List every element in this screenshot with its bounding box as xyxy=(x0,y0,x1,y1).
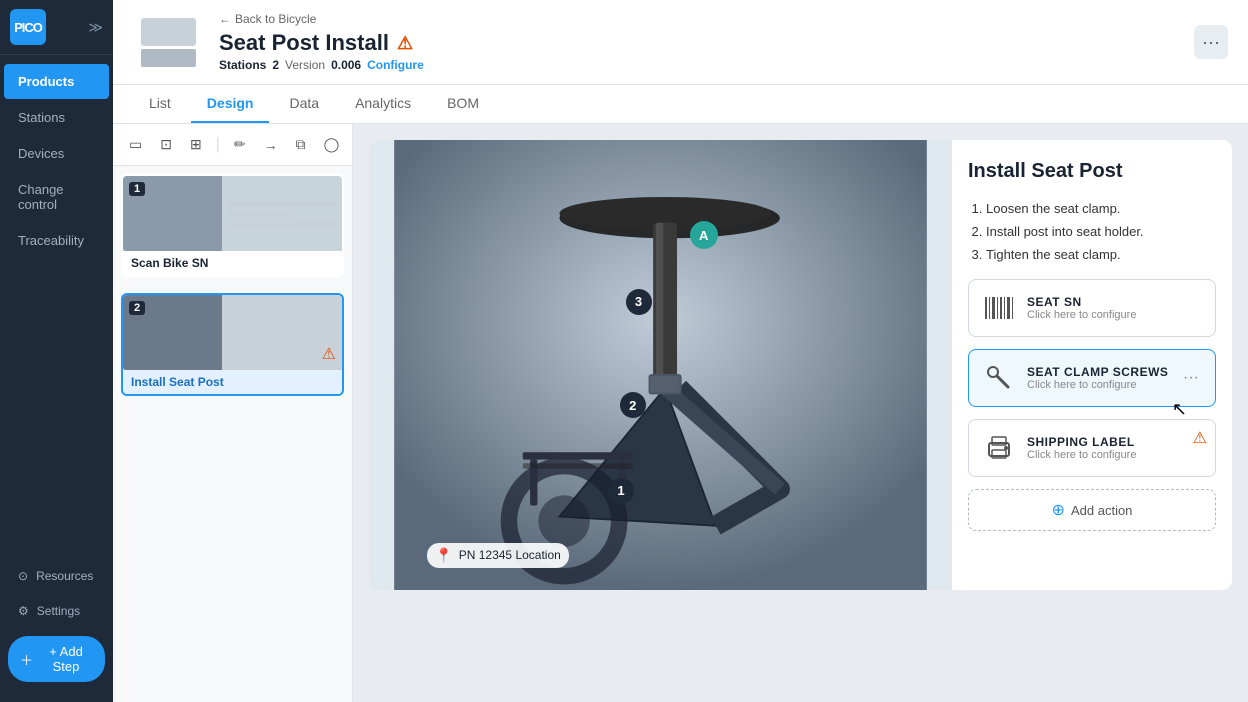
tool-table-button[interactable]: ⊞ xyxy=(184,132,208,157)
action-seat-sn-content: SEAT SN Click here to configure xyxy=(1027,295,1203,321)
tool-image-button[interactable]: ▭ xyxy=(123,132,148,157)
sidebar-item-settings[interactable]: ⚙ Settings xyxy=(4,594,109,628)
instruction-1: Loosen the seat clamp. xyxy=(986,199,1216,220)
logo-icon: PICO xyxy=(10,9,46,45)
canvas-card: A 1 2 3 📍 PN 12345 Location Install Seat… xyxy=(369,140,1232,590)
sidebar-item-devices[interactable]: Devices xyxy=(4,136,109,171)
location-pin: 📍 PN 12345 Location xyxy=(427,543,569,568)
action-seat-sn-title: SEAT SN xyxy=(1027,295,1203,309)
tab-bom[interactable]: BOM xyxy=(431,85,495,123)
header-left: ← Back to Bicycle Seat Post Install ⚠ St… xyxy=(133,0,1194,84)
sidebar-item-resources[interactable]: ⊙ Resources xyxy=(4,559,109,593)
back-arrow-icon: ← xyxy=(219,12,231,26)
location-label: PN 12345 Location xyxy=(459,548,561,562)
instruction-3: Tighten the seat clamp. xyxy=(986,245,1216,266)
tab-analytics[interactable]: Analytics xyxy=(339,85,427,123)
header-info: ← Back to Bicycle Seat Post Install ⚠ St… xyxy=(219,0,424,84)
tool-arrow-button[interactable]: → xyxy=(258,133,284,157)
tool-pen-button[interactable]: ✏ xyxy=(228,132,252,157)
annotation-1[interactable]: 1 xyxy=(608,478,634,504)
step-card-1[interactable]: 1 Scan Bike SN xyxy=(121,174,344,277)
sidebar-nav: Products Stations Devices Change control… xyxy=(0,55,113,558)
step-instructions: Loosen the seat clamp. Install post into… xyxy=(968,199,1216,267)
sidebar: PICO ≫ Products Stations Devices Change … xyxy=(0,0,113,702)
action-shipping-title: SHIPPING LABEL xyxy=(1027,435,1203,449)
action-card-seat-sn[interactable]: SEAT SN Click here to configure xyxy=(968,279,1216,337)
resources-icon: ⊙ xyxy=(18,569,28,583)
header-right: ··· xyxy=(1194,0,1228,84)
step-detail-title: Install Seat Post xyxy=(968,160,1216,183)
steps-panel: ▭ ⊡ ⊞ | ✏ → ⧉ ◯ ⊙ | ☰ 🔗 ▲ xyxy=(113,124,353,702)
toolbar-row: ▭ ⊡ ⊞ | ✏ → ⧉ ◯ ⊙ | ☰ 🔗 ▲ xyxy=(113,124,352,166)
shipping-warning-icon: ⚠ xyxy=(1193,428,1207,448)
tool-circle-button[interactable]: ◯ xyxy=(318,132,346,157)
logo: PICO xyxy=(10,9,46,45)
sidebar-item-products[interactable]: Products xyxy=(4,64,109,99)
title-warning-icon: ⚠ xyxy=(397,33,413,54)
sidebar-item-traceability[interactable]: Traceability xyxy=(4,223,109,258)
action-shipping-subtitle: Click here to configure xyxy=(1027,449,1203,461)
annotation-2[interactable]: 2 xyxy=(620,392,646,418)
tab-data[interactable]: Data xyxy=(273,85,335,123)
action-card-seat-clamp[interactable]: SEAT CLAMP SCREWS Click here to configur… xyxy=(968,349,1216,407)
more-options-button[interactable]: ··· xyxy=(1194,25,1228,59)
add-action-plus-icon: ⊕ xyxy=(1052,500,1065,520)
step-2-number: 2 xyxy=(129,301,145,315)
canvas-right-panel: Install Seat Post Loosen the seat clamp.… xyxy=(952,140,1232,590)
annotation-3[interactable]: 3 xyxy=(626,289,652,315)
action-seat-sn-subtitle: Click here to configure xyxy=(1027,309,1203,321)
product-thumbnail xyxy=(133,10,203,75)
header-meta: Stations 2 Version 0.006 Configure xyxy=(219,58,424,72)
configure-link[interactable]: Configure xyxy=(367,58,424,72)
tab-list[interactable]: List xyxy=(133,85,187,123)
back-link[interactable]: ← Back to Bicycle xyxy=(219,12,424,26)
printer-icon xyxy=(981,430,1017,466)
step-1-label: Scan Bike SN xyxy=(123,251,342,275)
pin-icon: 📍 xyxy=(435,547,452,564)
tab-design[interactable]: Design xyxy=(191,85,270,123)
tool-duplicate-button[interactable]: ⧉ xyxy=(290,132,312,157)
action-clamp-subtitle: Click here to configure xyxy=(1027,379,1169,391)
barcode-icon xyxy=(981,290,1017,326)
page-title: Seat Post Install ⚠ xyxy=(219,30,424,56)
collapse-sidebar-button[interactable]: ≫ xyxy=(88,19,103,36)
step-1-number: 1 xyxy=(129,182,145,196)
annotation-a[interactable]: A xyxy=(690,221,718,249)
step-card-2-image: 2 ⚠ xyxy=(123,295,342,370)
sidebar-header: PICO ≫ xyxy=(0,0,113,55)
add-action-button[interactable]: ⊕ Add action xyxy=(968,489,1216,531)
step-card-1-image: 1 xyxy=(123,176,342,251)
tabs-bar: List Design Data Analytics BOM xyxy=(113,85,1248,124)
action-card-shipping-label[interactable]: SHIPPING LABEL Click here to configure ⚠ xyxy=(968,419,1216,477)
settings-icon: ⚙ xyxy=(18,604,29,618)
main-content: ← Back to Bicycle Seat Post Install ⚠ St… xyxy=(113,0,1248,702)
canvas-image-area: A 1 2 3 📍 PN 12345 Location xyxy=(369,140,952,590)
step-2-label: Install Seat Post xyxy=(123,370,342,394)
action-clamp-content: SEAT CLAMP SCREWS Click here to configur… xyxy=(1027,365,1169,391)
action-shipping-content: SHIPPING LABEL Click here to configure xyxy=(1027,435,1203,461)
action-clamp-title: SEAT CLAMP SCREWS xyxy=(1027,365,1169,379)
tool-grid-button[interactable]: ⊡ xyxy=(154,132,178,157)
toolbar-divider-1: | xyxy=(216,136,220,154)
add-step-button[interactable]: ＋ + Add Step xyxy=(8,636,105,682)
bicycle-image xyxy=(369,140,952,590)
instruction-2: Install post into seat holder. xyxy=(986,222,1216,243)
sidebar-bottom: ⊙ Resources ⚙ Settings ＋ + Add Step xyxy=(0,558,113,702)
cursor-icon: ↖ xyxy=(1172,399,1187,420)
header: ← Back to Bicycle Seat Post Install ⚠ St… xyxy=(113,0,1248,85)
content-area: ▭ ⊡ ⊞ | ✏ → ⧉ ◯ ⊙ | ☰ 🔗 ▲ xyxy=(113,124,1248,702)
wrench-icon xyxy=(981,360,1017,396)
step-card-2[interactable]: 2 ⚠ Install Seat Post xyxy=(121,293,344,396)
step-2-warning-icon: ⚠ xyxy=(322,344,336,364)
action-clamp-more-button[interactable]: ··· xyxy=(1179,367,1203,389)
sidebar-item-change-control[interactable]: Change control xyxy=(4,172,109,222)
plus-icon: ＋ xyxy=(20,650,33,669)
design-canvas: A 1 2 3 📍 PN 12345 Location Install Seat… xyxy=(353,124,1248,702)
sidebar-item-stations[interactable]: Stations xyxy=(4,100,109,135)
